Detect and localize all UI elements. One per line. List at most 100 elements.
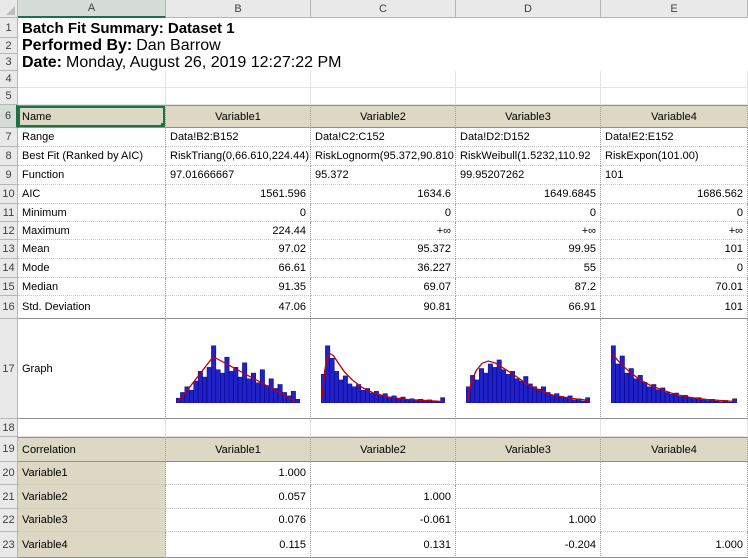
correlation-header-variable3[interactable]: Variable3 <box>456 437 601 462</box>
cell-name-header[interactable]: Name <box>18 105 166 128</box>
empty-cell[interactable] <box>166 71 311 88</box>
graph-variable1[interactable] <box>166 319 311 419</box>
empty-cell[interactable] <box>456 419 601 437</box>
correlation-cell[interactable] <box>601 462 748 485</box>
summary-cell[interactable]: 36.227 <box>311 259 456 278</box>
empty-cell[interactable] <box>311 88 456 105</box>
row-header-14[interactable]: 14 <box>0 259 18 278</box>
empty-cell[interactable] <box>601 419 748 437</box>
summary-row-label[interactable]: Best Fit (Ranked by AIC) <box>18 147 166 166</box>
summary-row-label[interactable]: Std. Deviation <box>18 296 166 319</box>
correlation-cell[interactable] <box>311 462 456 485</box>
summary-cell[interactable]: 0 <box>456 204 601 222</box>
date-cell[interactable]: Date:Monday, August 26, 2019 12:27:22 PM <box>18 54 748 71</box>
row-header-18[interactable]: 18 <box>0 419 18 437</box>
sheet-title[interactable]: Batch Fit Summary: Dataset 1 <box>18 18 748 38</box>
summary-row-label[interactable]: Mean <box>18 240 166 259</box>
summary-cell[interactable]: 0 <box>166 204 311 222</box>
summary-header-variable3[interactable]: Variable3 <box>456 105 601 128</box>
row-header-7[interactable]: 7 <box>0 128 18 147</box>
summary-cell[interactable]: 1649.6845 <box>456 185 601 204</box>
summary-cell[interactable]: 0 <box>601 259 748 278</box>
correlation-cell[interactable] <box>601 509 748 532</box>
row-header-9[interactable]: 9 <box>0 166 18 185</box>
summary-cell[interactable]: 101 <box>601 166 748 185</box>
correlation-cell[interactable]: 0.057 <box>166 485 311 509</box>
correlation-cell[interactable]: -0.061 <box>311 509 456 532</box>
summary-cell[interactable]: 70.01 <box>601 278 748 296</box>
summary-cell[interactable]: 1561.596 <box>166 185 311 204</box>
summary-cell[interactable]: 66.91 <box>456 296 601 319</box>
column-header-B[interactable]: B <box>166 0 311 18</box>
column-header-D[interactable]: D <box>456 0 601 18</box>
row-header-23[interactable]: 23 <box>0 532 18 558</box>
summary-row-label[interactable]: Function <box>18 166 166 185</box>
empty-cell[interactable] <box>166 419 311 437</box>
summary-cell[interactable]: RiskExpon(101.00) <box>601 147 748 166</box>
summary-cell[interactable]: 90.81 <box>311 296 456 319</box>
summary-cell[interactable]: 1686.562 <box>601 185 748 204</box>
correlation-cell[interactable]: 1.000 <box>601 532 748 558</box>
summary-cell[interactable]: 224.44 <box>166 222 311 240</box>
row-header-13[interactable]: 13 <box>0 240 18 259</box>
column-header-A[interactable]: A <box>18 0 166 18</box>
correlation-cell[interactable]: 0.131 <box>311 532 456 558</box>
summary-cell[interactable]: Data!D2:D152 <box>456 128 601 147</box>
summary-header-variable1[interactable]: Variable1 <box>166 105 311 128</box>
summary-row-label[interactable]: AIC <box>18 185 166 204</box>
correlation-cell[interactable] <box>601 485 748 509</box>
summary-cell[interactable]: 69.07 <box>311 278 456 296</box>
summary-cell[interactable]: 1634.6 <box>311 185 456 204</box>
correlation-header-variable4[interactable]: Variable4 <box>601 437 748 462</box>
empty-cell[interactable] <box>18 419 166 437</box>
row-header-5[interactable]: 5 <box>0 88 18 105</box>
summary-cell[interactable]: 99.95 <box>456 240 601 259</box>
empty-cell[interactable] <box>456 88 601 105</box>
summary-cell[interactable]: +∞ <box>456 222 601 240</box>
summary-cell[interactable]: 66.61 <box>166 259 311 278</box>
column-header-E[interactable]: E <box>601 0 748 18</box>
correlation-cell[interactable] <box>456 485 601 509</box>
correlation-row-label[interactable]: Variable4 <box>18 532 166 558</box>
row-header-21[interactable]: 21 <box>0 485 18 509</box>
summary-row-label[interactable]: Median <box>18 278 166 296</box>
summary-row-label[interactable]: Minimum <box>18 204 166 222</box>
row-header-22[interactable]: 22 <box>0 509 18 532</box>
summary-cell[interactable]: 47.06 <box>166 296 311 319</box>
correlation-cell[interactable]: 0.076 <box>166 509 311 532</box>
performed-by-cell[interactable]: Performed By:Dan Barrow <box>18 38 748 54</box>
summary-cell[interactable]: 99.95207262 <box>456 166 601 185</box>
summary-cell[interactable]: 97.01666667 <box>166 166 311 185</box>
summary-cell[interactable]: 55 <box>456 259 601 278</box>
correlation-cell[interactable]: 1.000 <box>166 462 311 485</box>
summary-cell[interactable]: 0 <box>601 204 748 222</box>
correlation-cell[interactable]: 1.000 <box>456 509 601 532</box>
summary-cell[interactable]: 97.02 <box>166 240 311 259</box>
summary-cell[interactable]: 0 <box>311 204 456 222</box>
summary-row-label[interactable]: Range <box>18 128 166 147</box>
summary-cell[interactable]: 101 <box>601 296 748 319</box>
empty-cell[interactable] <box>601 88 748 105</box>
row-header-11[interactable]: 11 <box>0 204 18 222</box>
summary-cell[interactable]: RiskWeibull(1.5232,110.92 <box>456 147 601 166</box>
empty-cell[interactable] <box>601 71 748 88</box>
summary-cell[interactable]: RiskLognorm(95.372,90.810 <box>311 147 456 166</box>
cell-correlation-header[interactable]: Correlation <box>18 437 166 462</box>
summary-cell[interactable]: Data!B2:B152 <box>166 128 311 147</box>
correlation-row-label[interactable]: Variable2 <box>18 485 166 509</box>
empty-cell[interactable] <box>311 71 456 88</box>
correlation-row-label[interactable]: Variable1 <box>18 462 166 485</box>
row-header-20[interactable]: 20 <box>0 462 18 485</box>
summary-cell[interactable]: 95.372 <box>311 240 456 259</box>
row-header-17[interactable]: 17 <box>0 319 18 419</box>
graph-row-label[interactable]: Graph <box>18 319 166 419</box>
summary-cell[interactable]: Data!E2:E152 <box>601 128 748 147</box>
row-header-19[interactable]: 19 <box>0 437 18 462</box>
summary-cell[interactable]: 91.35 <box>166 278 311 296</box>
row-header-15[interactable]: 15 <box>0 278 18 296</box>
empty-cell[interactable] <box>311 419 456 437</box>
correlation-cell[interactable] <box>456 462 601 485</box>
summary-header-variable2[interactable]: Variable2 <box>311 105 456 128</box>
empty-cell[interactable] <box>166 88 311 105</box>
column-header-C[interactable]: C <box>311 0 456 18</box>
